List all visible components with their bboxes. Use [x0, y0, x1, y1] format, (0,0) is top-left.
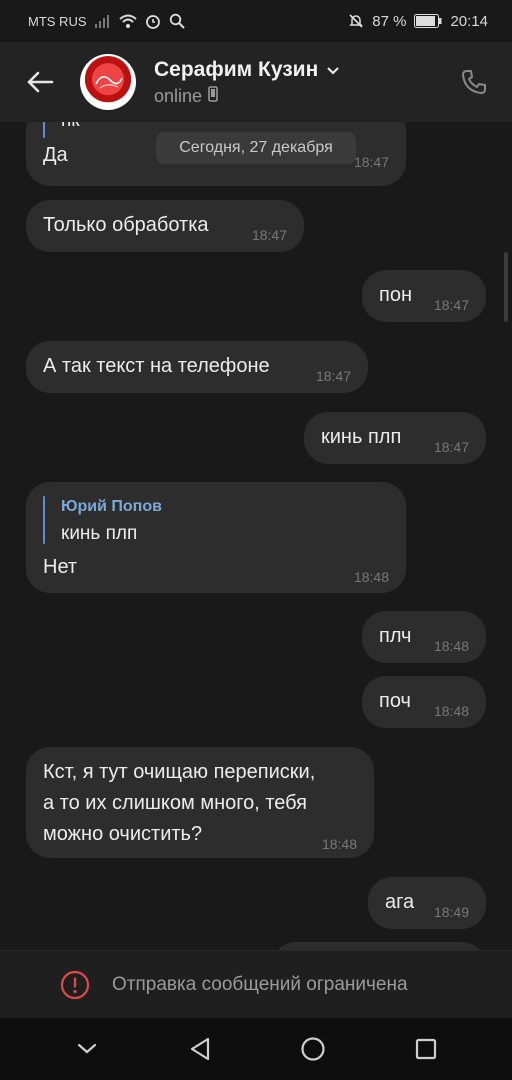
message-outgoing[interactable]: кинь плп 18:47 [304, 412, 486, 464]
message-text: плч [379, 625, 412, 647]
message-time: 18:49 [433, 904, 469, 920]
home-circle-icon[interactable] [293, 1029, 333, 1069]
message-time: 18:48 [433, 638, 469, 654]
restriction-bar: Отправка сообщений ограничена [0, 950, 512, 1019]
back-triangle-icon[interactable] [180, 1029, 220, 1069]
message-incoming[interactable]: А так текст на телефоне 18:47 [26, 341, 368, 393]
message-outgoing[interactable]: пон 18:47 [362, 270, 486, 322]
search-icon [169, 13, 185, 29]
battery-icon [414, 14, 442, 28]
message-time: 18:48 [353, 569, 389, 585]
message-text-line: можно очистить? [43, 823, 203, 845]
message-time: 18:48 [433, 703, 469, 719]
status-clock: 20:14 [450, 12, 488, 30]
message-text: Только обработка [43, 214, 209, 236]
signal-icon [94, 14, 111, 28]
message-incoming[interactable]: Кст, я тут очищаю переписки, а то их сли… [26, 747, 374, 858]
reply-author: Юрий Попов [61, 498, 162, 515]
message-time: 18:48 [321, 836, 357, 852]
alarm-icon [145, 13, 161, 29]
recents-square-icon[interactable] [406, 1029, 446, 1069]
message-time: 18:47 [433, 439, 469, 455]
chevron-down-icon [326, 58, 340, 82]
wifi-icon [118, 14, 137, 28]
message-incoming[interactable]: Только обработка 18:47 [26, 200, 304, 252]
message-text: Нет [43, 556, 78, 578]
message-time: 18:47 [315, 368, 351, 384]
collapse-icon[interactable] [67, 1029, 107, 1069]
restriction-text: Отправка сообщений ограничена [112, 974, 408, 995]
message-time: 18:47 [433, 297, 469, 313]
reply-quote-bar [43, 122, 45, 138]
message-outgoing-partial[interactable] [272, 942, 486, 950]
message-text: Да [43, 144, 68, 166]
message-incoming[interactable]: Юрий Попов кинь плп Нет 18:48 [26, 482, 406, 593]
date-badge: Сегодня, 27 декабря [156, 132, 356, 164]
warning-icon [60, 970, 90, 1000]
message-outgoing[interactable]: ага 18:49 [368, 877, 486, 929]
system-nav-bar [0, 1018, 512, 1080]
contact-status: online [154, 85, 203, 106]
message-text: кинь плп [321, 426, 402, 448]
reply-quote-bar [43, 496, 45, 544]
message-outgoing[interactable]: плч 18:48 [362, 611, 486, 663]
message-text: А так текст на телефоне [43, 355, 270, 377]
message-text: ага [385, 891, 415, 913]
back-arrow-icon[interactable] [20, 62, 60, 102]
message-text-line: а то их слишком много, тебя [43, 792, 308, 814]
message-text: поч [379, 690, 411, 712]
mobile-device-icon [208, 85, 218, 107]
contact-name: Серафим Кузин [154, 57, 319, 81]
carrier-label: MTS RUS [28, 13, 87, 29]
reply-quote-text: пк [61, 122, 80, 132]
reply-quote-text: кинь плп [61, 523, 138, 544]
message-time: 18:47 [353, 154, 389, 170]
status-bar: MTS RUS 87 % 20:14 [0, 0, 512, 42]
message-text-line: Кст, я тут очищаю переписки, [43, 761, 316, 783]
avatar[interactable] [80, 54, 136, 110]
chat-header: Серафим Кузин online [0, 42, 512, 122]
mute-icon [348, 13, 364, 29]
scrollbar[interactable] [504, 252, 508, 322]
message-text: пон [379, 284, 412, 306]
phone-icon[interactable] [454, 62, 494, 102]
message-time: 18:47 [251, 227, 287, 243]
message-outgoing[interactable]: поч 18:48 [362, 676, 486, 728]
message-list[interactable]: пк Да 18:47 Сегодня, 27 декабря Только о… [0, 122, 512, 950]
contact-info[interactable]: Серафим Кузин online [154, 58, 454, 107]
battery-percent: 87 % [372, 12, 407, 30]
